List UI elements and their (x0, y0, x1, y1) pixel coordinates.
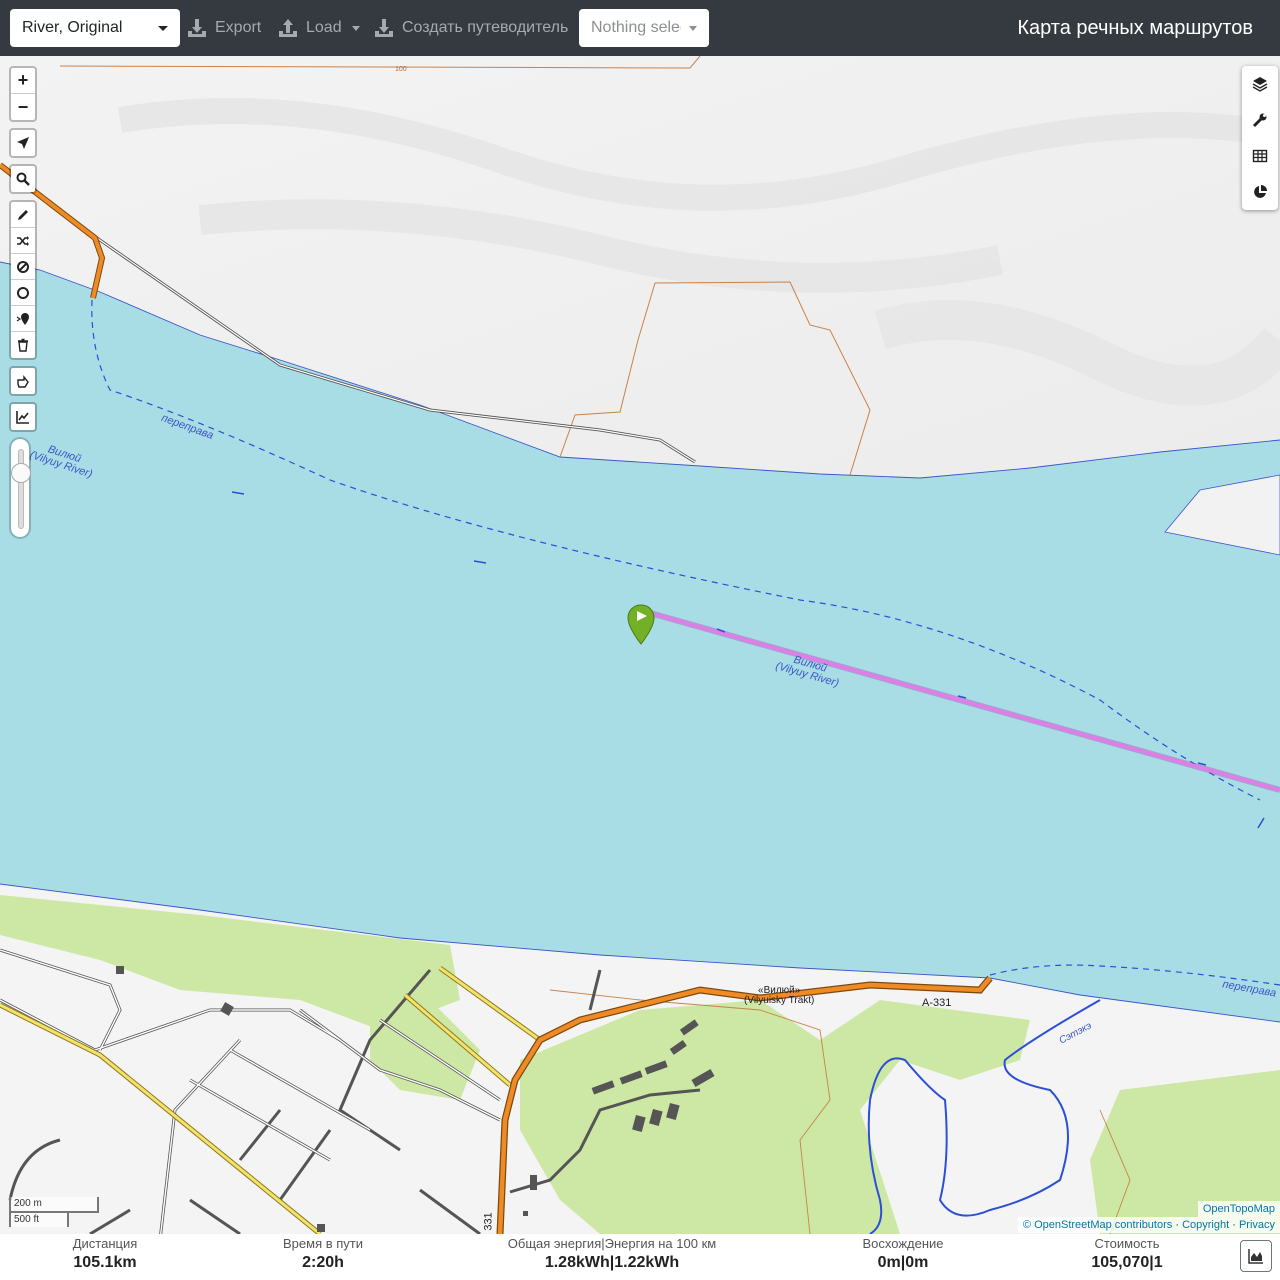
right-toolbar (1242, 66, 1278, 210)
locate-button[interactable] (11, 130, 35, 156)
road-name-label: «Вилюй» (Vilyuisky Trakt) (744, 986, 814, 1006)
pan-control (9, 366, 37, 396)
stat-distance-label: Дистанция (72, 1236, 138, 1251)
pencil-icon (18, 209, 28, 220)
pan-button[interactable] (11, 368, 35, 394)
contour-label: 100 (395, 66, 407, 73)
stat-cost: Стоимость 105,070|1 (1077, 1236, 1177, 1274)
search-control (9, 164, 37, 194)
stat-cost-value: 105,070|1 (1091, 1254, 1163, 1271)
map-attribution: OpenTopoMap © OpenStreetMap contributors… (1017, 1201, 1280, 1233)
load-label: Load (306, 19, 342, 36)
zoom-control: + − (9, 66, 37, 122)
zoom-out-button[interactable]: − (11, 94, 35, 120)
circle-icon (17, 286, 29, 299)
create-guide-button[interactable]: Создать путеводитель (374, 9, 568, 47)
table-icon (1252, 149, 1268, 163)
stat-energy: Общая энергия|Энергия на 100 км 1.28kWh|… (504, 1236, 720, 1274)
download-icon (375, 19, 393, 37)
top-navbar: River, Original Export Load Создать путе… (0, 0, 1280, 56)
stat-energy-label: Общая энергия|Энергия на 100 км (507, 1236, 717, 1251)
download-icon (188, 19, 206, 37)
layers-icon (1252, 77, 1268, 92)
stat-cost-label: Стоимость (1094, 1236, 1160, 1251)
stat-energy-value: 1.28kWh|1.22kWh (544, 1254, 680, 1271)
opacity-slider-track (18, 449, 24, 529)
search-button[interactable] (11, 166, 35, 192)
opacity-slider-thumb[interactable] (11, 463, 31, 483)
routing-profile-select[interactable]: River, Original (10, 9, 180, 47)
road-ref-vertical-label: 331 (482, 1212, 495, 1231)
zoom-in-button[interactable]: + (11, 68, 35, 94)
export-label: Export (215, 19, 262, 36)
delete-route-button[interactable] (11, 254, 35, 280)
toggle-elevation-profile-button[interactable] (1240, 1240, 1272, 1272)
location-arrow-icon (17, 137, 29, 149)
map-canvas[interactable]: переправа переправа Вилюй (Vilyuy River)… (0, 56, 1280, 1234)
draw-toolbar (9, 200, 37, 360)
chevron-down-icon (351, 25, 360, 31)
stat-ascent-label: Восхождение (862, 1236, 944, 1251)
wrench-icon (1252, 113, 1267, 128)
data-table-button[interactable] (1242, 138, 1278, 174)
settings-button[interactable] (1242, 102, 1278, 138)
upload-icon (279, 19, 297, 37)
line-chart-icon (16, 411, 29, 424)
search-icon (16, 172, 30, 186)
stat-ascent: Восхождение 0m|0m (853, 1236, 953, 1274)
layers-button[interactable] (1242, 66, 1278, 102)
road-name-en: (Vilyuisky Trakt) (744, 995, 815, 1006)
stat-time: Время в пути 2:20h (278, 1236, 368, 1274)
locate-control (9, 128, 37, 158)
chevron-down-icon (158, 26, 168, 31)
add-loop-button[interactable] (11, 280, 35, 306)
route-stats-bar: Дистанция 105.1km Время в пути 2:20h Общ… (0, 1234, 1280, 1280)
add-poi-button[interactable] (11, 306, 35, 332)
stat-distance: Дистанция 105.1km (60, 1236, 150, 1274)
road-ref-label: A-331 (922, 997, 952, 1009)
scale-imperial: 500 ft (9, 1211, 69, 1227)
trash-icon (18, 338, 28, 352)
stat-distance-value: 105.1km (73, 1254, 137, 1271)
routing-profile-value: River, Original (22, 19, 123, 36)
area-chart-icon (1248, 1249, 1263, 1264)
chevron-down-icon (689, 26, 697, 31)
stat-time-value: 2:20h (302, 1254, 344, 1271)
app-title: Карта речных маршрутов (1017, 17, 1253, 39)
clear-button[interactable] (11, 332, 35, 358)
load-button[interactable]: Load (278, 9, 360, 47)
opacity-slider[interactable] (9, 437, 31, 539)
shuffle-icon (17, 235, 29, 246)
elevation-control (9, 402, 37, 432)
reverse-route-button[interactable] (11, 228, 35, 254)
draw-route-button[interactable] (11, 202, 35, 228)
map-scale: 200 m 500 ft (9, 1197, 99, 1227)
create-guide-label: Создать путеводитель (402, 19, 569, 36)
osm-attribution-link[interactable]: © OpenStreetMap contributors (1023, 1219, 1172, 1231)
tile-provider-link[interactable]: OpenTopoMap (1197, 1201, 1280, 1217)
export-button[interactable]: Export (187, 9, 261, 47)
start-marker-icon[interactable] (627, 604, 655, 646)
poi-select[interactable]: Nothing selected (579, 9, 709, 47)
pie-chart-icon (1254, 185, 1267, 198)
privacy-link[interactable]: Privacy (1239, 1219, 1275, 1231)
copyright-link[interactable]: Copyright (1182, 1219, 1229, 1231)
stat-time-label: Время в пути (283, 1236, 363, 1251)
analysis-button[interactable] (1242, 174, 1278, 210)
elevation-chart-button[interactable] (11, 404, 35, 430)
map-marker-icon (16, 312, 29, 325)
ban-icon (17, 260, 29, 273)
hand-pointer-icon (17, 375, 29, 388)
stat-ascent-value: 0m|0m (877, 1254, 929, 1271)
